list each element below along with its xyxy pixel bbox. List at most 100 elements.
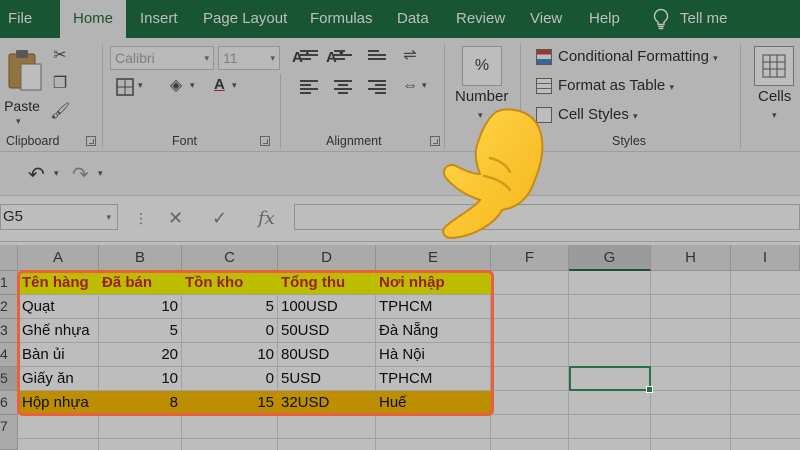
chevron-down-icon[interactable]: ▾ (138, 80, 143, 91)
col-header-d[interactable]: D (278, 245, 376, 271)
chevron-down-icon[interactable]: ▾ (772, 110, 777, 121)
enter-check-icon[interactable]: ✓ (212, 208, 227, 229)
table-cell[interactable]: 10 (99, 367, 181, 391)
align-middle-icon[interactable] (334, 48, 352, 64)
chevron-down-icon[interactable]: ▾ (232, 80, 237, 91)
tab-help[interactable]: Help (589, 0, 620, 38)
name-box[interactable]: G5 ▾ (0, 204, 118, 230)
table-cell[interactable]: 0 (182, 319, 277, 343)
tab-review[interactable]: Review (456, 0, 505, 38)
chevron-down-icon: ▾ (633, 111, 638, 121)
selected-cell-g5[interactable] (569, 366, 653, 393)
align-left-icon[interactable] (300, 78, 318, 94)
chevron-down-icon: ▾ (669, 82, 674, 92)
tab-page-layout[interactable]: Page Layout (203, 0, 287, 38)
table-cell[interactable]: 10 (182, 343, 277, 367)
chevron-down-icon[interactable]: ▾ (54, 168, 59, 179)
table-cell[interactable]: 32USD (278, 391, 375, 415)
row-header-5[interactable]: 5 (0, 367, 18, 391)
col-header-h[interactable]: H (651, 245, 731, 271)
fill-color-icon[interactable]: ◈ (166, 76, 186, 96)
merge-center-icon[interactable]: ⇔ (400, 76, 420, 96)
table-header-cell[interactable]: Nơi nhập (376, 271, 490, 295)
chevron-down-icon[interactable]: ▾ (422, 80, 427, 91)
tell-me-box[interactable]: Tell me (652, 0, 728, 38)
font-launcher-icon[interactable] (260, 136, 270, 146)
wrap-text-icon[interactable]: ⇌ (400, 46, 420, 66)
align-center-icon[interactable] (334, 78, 352, 94)
table-cell[interactable]: 0 (182, 367, 277, 391)
clipboard-launcher-icon[interactable] (86, 136, 96, 146)
table-cell[interactable]: 5 (182, 295, 277, 319)
table-cell[interactable]: Hộp nhựa (19, 391, 98, 415)
tab-insert[interactable]: Insert (140, 0, 178, 38)
table-cell[interactable]: Huế (376, 391, 490, 415)
table-cell[interactable]: Ghế nhựa (19, 319, 98, 343)
tab-data[interactable]: Data (397, 0, 429, 38)
col-header-i[interactable]: I (731, 245, 800, 271)
borders-icon[interactable] (116, 78, 134, 96)
chevron-down-icon[interactable]: ▾ (190, 80, 195, 91)
table-cell[interactable]: Đà Nẵng (376, 319, 490, 343)
font-size-select[interactable]: 11 ▾ (218, 46, 280, 70)
chevron-down-icon[interactable]: ▾ (16, 116, 21, 127)
format-as-table-button[interactable]: Format as Table ▾ (536, 75, 674, 97)
table-cell[interactable]: 10 (99, 295, 181, 319)
table-cell[interactable]: TPHCM (376, 295, 490, 319)
col-header-e[interactable]: E (376, 245, 491, 271)
table-cell[interactable]: Quạt (19, 295, 98, 319)
col-header-a[interactable]: A (18, 245, 99, 271)
row-header-4[interactable]: 4 (0, 343, 18, 367)
col-header-b[interactable]: B (99, 245, 182, 271)
table-cell[interactable]: 50USD (278, 319, 375, 343)
chevron-down-icon[interactable]: ▾ (98, 168, 103, 179)
conditional-formatting-button[interactable]: Conditional Formatting ▾ (536, 46, 718, 68)
tab-file[interactable]: File (8, 0, 32, 38)
col-header-g[interactable]: G (569, 245, 651, 271)
save-icon[interactable]: ▪ (0, 162, 1, 185)
align-top-icon[interactable] (300, 48, 318, 64)
table-cell[interactable]: 100USD (278, 295, 375, 319)
tab-formulas[interactable]: Formulas (310, 0, 373, 38)
select-all-corner[interactable] (0, 245, 18, 271)
tab-view[interactable]: View (530, 0, 562, 38)
row-header-1[interactable]: 1 (0, 271, 18, 295)
table-header-cell[interactable]: Tổng thu (278, 271, 375, 295)
tab-home[interactable]: Home (60, 0, 126, 38)
undo-icon[interactable]: ↶ (28, 162, 45, 187)
table-header-cell[interactable]: Đã bán (99, 271, 181, 295)
align-right-icon[interactable] (368, 78, 386, 94)
format-painter-icon[interactable]: 🖌 (50, 102, 70, 122)
table-cell[interactable]: Hà Nội (376, 343, 490, 367)
row-header-7[interactable]: 7 (0, 415, 18, 450)
table-cell[interactable]: Bàn ủi (19, 343, 98, 367)
table-cell[interactable]: 8 (99, 391, 181, 415)
table-cell[interactable]: 20 (99, 343, 181, 367)
number-format-button[interactable]: % (462, 46, 502, 86)
cells-button[interactable] (754, 46, 794, 86)
worksheet-grid[interactable]: A B C D E F G H I 1 2 3 4 5 6 7 Tên hàng… (0, 245, 800, 450)
paste-button[interactable]: Paste ▾ (2, 46, 44, 126)
table-cell[interactable]: TPHCM (376, 367, 490, 391)
row-header-6[interactable]: 6 (0, 391, 18, 415)
table-header-cell[interactable]: Tên hàng (19, 271, 98, 295)
table-cell[interactable]: 5 (99, 319, 181, 343)
align-bottom-icon[interactable] (368, 48, 386, 64)
col-header-f[interactable]: F (491, 245, 569, 271)
table-header-cell[interactable]: Tồn kho (182, 271, 277, 295)
redo-icon[interactable]: ↷ (72, 162, 89, 187)
more-options-icon[interactable]: ⋮ (134, 210, 150, 227)
cancel-icon[interactable]: ✕ (168, 208, 183, 229)
table-cell[interactable]: 15 (182, 391, 277, 415)
font-name-select[interactable]: Calibri ▾ (110, 46, 214, 70)
row-header-3[interactable]: 3 (0, 319, 18, 343)
cut-icon[interactable]: ✂ (50, 46, 70, 66)
copy-icon[interactable]: ❐ (50, 74, 70, 94)
insert-function-icon[interactable]: fx (258, 208, 275, 229)
table-cell[interactable]: 5USD (278, 367, 375, 391)
font-color-icon[interactable]: A (214, 76, 225, 93)
row-header-2[interactable]: 2 (0, 295, 18, 319)
col-header-c[interactable]: C (182, 245, 278, 271)
table-cell[interactable]: 80USD (278, 343, 375, 367)
table-cell[interactable]: Giấy ăn (19, 367, 98, 391)
